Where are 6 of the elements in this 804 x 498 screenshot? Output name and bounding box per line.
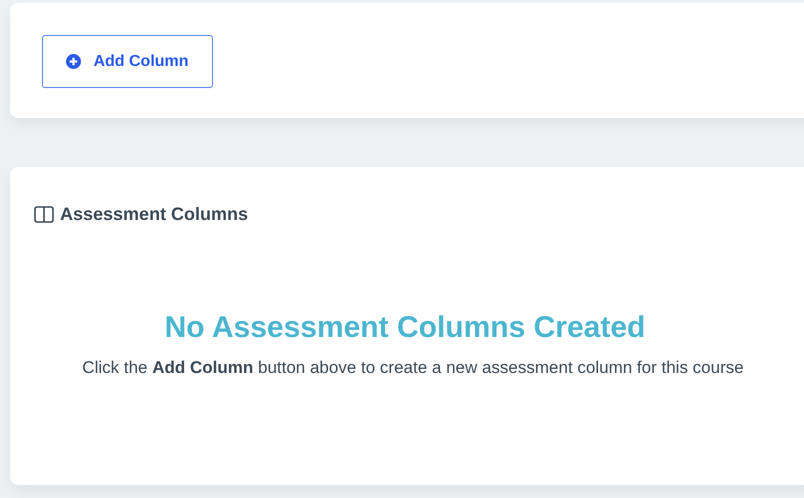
panel-title: Assessment Columns (60, 204, 248, 225)
empty-state-heading: No Assessment Columns Created (164, 311, 646, 345)
empty-state-message: Click the Add Column button above to create a new assessment column for this course (81, 357, 745, 379)
columns-icon (34, 206, 54, 223)
add-column-button[interactable]: Add Column (42, 35, 213, 88)
plus-circle-icon (66, 54, 82, 69)
